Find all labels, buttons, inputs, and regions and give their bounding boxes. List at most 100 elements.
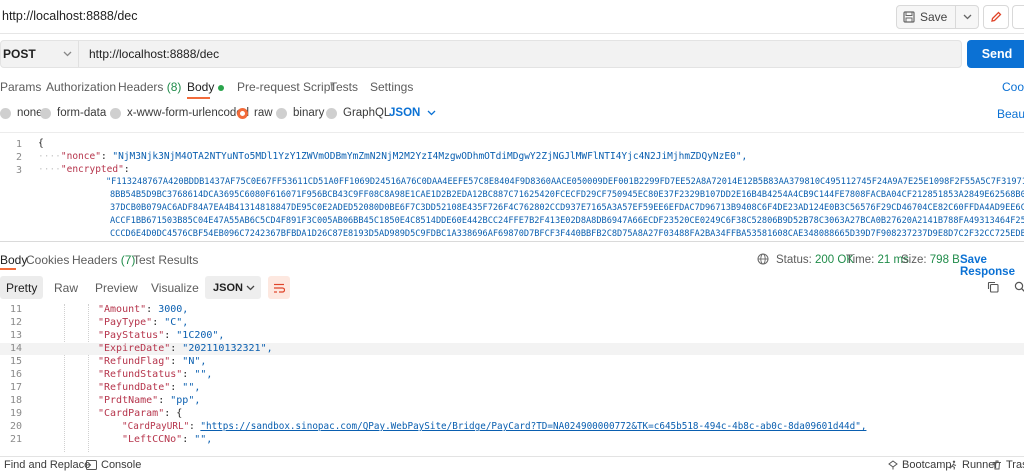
json-value: "", [182, 382, 201, 393]
tab-test-results[interactable]: Test Results [133, 253, 198, 267]
code-text: "Amount": 3000, [98, 304, 189, 315]
active-response-tab-indicator [0, 268, 16, 270]
runner-button[interactable]: Runner [948, 459, 998, 471]
line-number: 2 [15, 152, 22, 163]
radio-circle [40, 107, 51, 119]
tab-tests[interactable]: Tests [330, 80, 358, 94]
code-text: "CardPayURL": "https://sandbox.sinopac.c… [122, 421, 867, 432]
radio-raw[interactable]: raw [237, 107, 273, 119]
json-key: "CardParam" [98, 408, 165, 419]
format-preview[interactable]: Preview [89, 276, 144, 299]
code-text: "RefundFlag": "N", [98, 356, 207, 367]
json-value: 3000, [158, 304, 189, 315]
wrap-lines-icon [274, 283, 285, 293]
tab-response-cookies[interactable]: Cookies [26, 253, 69, 267]
radio-form-data[interactable]: form-data [40, 107, 106, 119]
chevron-down-icon [427, 110, 436, 116]
documentation-button[interactable] [1012, 5, 1024, 29]
encrypted-line: 8BB54B5D9BC3768614DCA3695C6080F616071F95… [110, 190, 1024, 200]
json-key: "RefundDate" [98, 382, 171, 393]
tab-response-body[interactable]: Body [0, 253, 27, 267]
json-key: "PrdtName" [98, 395, 159, 406]
search-icon[interactable] [1014, 281, 1024, 293]
runner-icon [949, 460, 957, 470]
radio-label: GraphQL [343, 107, 391, 119]
globe-icon[interactable] [757, 253, 769, 265]
tab-response-headers[interactable]: Headers (7) [72, 253, 135, 267]
bootcamp-icon [888, 460, 898, 470]
beautify-link[interactable]: Beauti [997, 107, 1024, 121]
code-line: 12 "PayType": "C", [0, 317, 1024, 329]
json-key: "CardPayURL" [122, 421, 190, 432]
tab-settings[interactable]: Settings [370, 80, 413, 94]
cookies-link[interactable]: Cook [1002, 80, 1024, 94]
trash-button[interactable]: Trash [992, 459, 1024, 471]
json-key: "ExpireDate" [98, 343, 171, 354]
radio-circle [0, 107, 11, 119]
chevron-down-icon [63, 51, 72, 57]
title-bar: http://localhost:8888/dec Save [0, 0, 1024, 34]
save-response-button[interactable]: Save Response [960, 254, 1024, 278]
json-value: "202110132321", [182, 343, 273, 354]
body-modified-dot [218, 84, 225, 91]
request-tab-title[interactable]: http://localhost:8888/dec [2, 9, 138, 23]
request-body-editor[interactable]: 1 { 2 ····"nonce": "NjM3Njk3NjM4OTA2NTYu… [0, 132, 1024, 242]
response-format-select[interactable]: JSON [205, 276, 261, 299]
radio-circle [110, 107, 121, 119]
tab-body[interactable]: Body [187, 80, 225, 94]
response-body-viewer[interactable]: 11 "Amount": 3000, 12 "PayType": "C", 13 "P… [0, 304, 1024, 452]
radio-circle [326, 107, 337, 119]
format-raw[interactable]: Raw [48, 276, 84, 299]
url-input[interactable] [79, 47, 961, 61]
code-line: { [38, 138, 44, 149]
edit-button[interactable] [983, 5, 1009, 29]
console-label: Console [101, 459, 142, 471]
card-pay-url-link[interactable]: "https://sandbox.sinopac.com/QPay.WebPay… [200, 421, 866, 432]
chevron-down-icon [246, 285, 255, 290]
radio-x-www-form-urlencoded[interactable]: x-www-form-urlencoded [110, 107, 249, 119]
copy-icon[interactable] [987, 281, 999, 293]
json-key: "RefundStatus" [98, 369, 183, 380]
json-value: { [176, 408, 183, 419]
code-line: 16 "RefundStatus": "", [0, 369, 1024, 381]
code-line-active: 14 "ExpireDate": "202110132321", [0, 343, 1024, 355]
send-button[interactable]: Send [967, 40, 1024, 68]
save-button[interactable]: Save [897, 6, 957, 28]
wrap-lines-button[interactable] [268, 276, 290, 299]
console-icon [86, 460, 97, 470]
body-format-label: JSON [389, 107, 421, 119]
radio-binary[interactable]: binary [276, 107, 324, 119]
code-text: "PrdtName": "pp", [98, 395, 201, 406]
tab-headers[interactable]: Headers (8) [118, 80, 181, 94]
body-format-select[interactable]: JSON [389, 107, 436, 119]
radio-none[interactable]: none [0, 107, 43, 119]
radio-graphql[interactable]: GraphQL [326, 107, 390, 119]
trash-icon [993, 460, 1001, 470]
encrypted-line: 37DCB0B079AC6ADF84A7EA4B41314818847DE95C… [110, 203, 1024, 213]
bootcamp-button[interactable]: Bootcamp [888, 459, 952, 471]
line-number: 11 [9, 304, 22, 315]
save-button-group: Save [896, 5, 980, 29]
tab-params[interactable]: Params [0, 80, 41, 94]
save-options-button[interactable] [956, 6, 978, 28]
console-button[interactable]: Console [86, 459, 141, 471]
save-icon [903, 11, 915, 23]
tab-authorization[interactable]: Authorization [46, 80, 116, 94]
code-text: "LeftCCNo": "", [122, 434, 213, 445]
line-number: 15 [9, 356, 22, 367]
line-number: 13 [9, 330, 22, 341]
size-label: Size: [901, 254, 927, 266]
radio-circle-selected [237, 107, 248, 119]
find-replace-button[interactable]: Find and Replace [4, 459, 90, 471]
radio-label: form-data [57, 107, 107, 119]
method-label: POST [3, 47, 36, 61]
code-line: ····"nonce": "NjM3Njk3NjM4OTA2NTYuNTo5MD… [38, 151, 748, 162]
format-pretty[interactable]: Pretty [0, 276, 44, 299]
active-tab-indicator [187, 97, 210, 99]
method-select[interactable]: POST [1, 41, 79, 67]
json-value: "NjM3Njk3NjM4OTA2NTYuNTo5MDl1YzY1ZWVmODB… [112, 151, 748, 162]
json-key: "PayType" [98, 317, 153, 328]
format-visualize[interactable]: Visualize [145, 276, 205, 299]
tab-pre-request-script[interactable]: Pre-request Script [237, 80, 334, 94]
code-text: "ExpireDate": "202110132321", [98, 343, 273, 354]
